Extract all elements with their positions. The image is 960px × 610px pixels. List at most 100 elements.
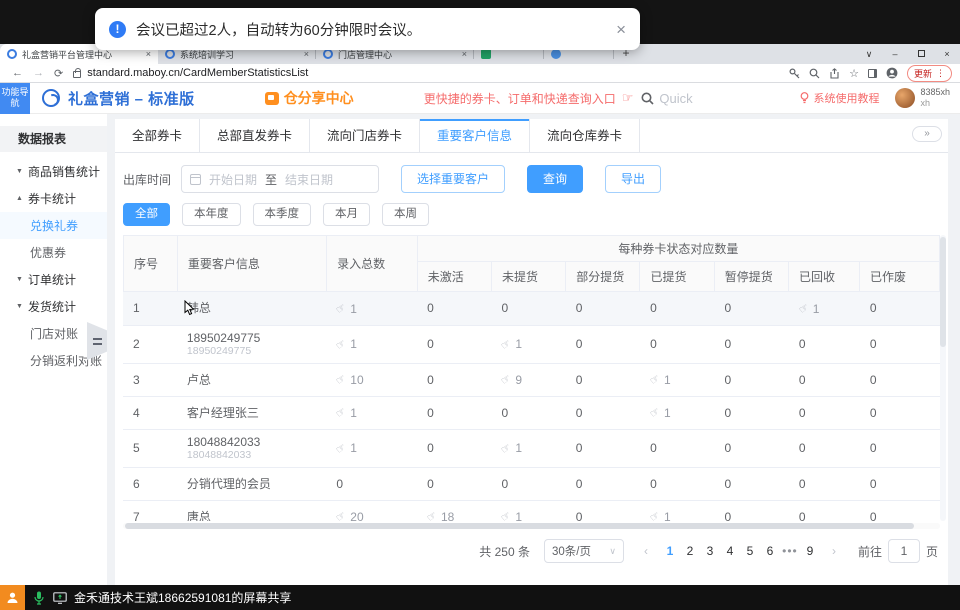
zoom-icon[interactable] [809, 68, 820, 79]
count-value: 1 [350, 302, 357, 316]
count-link[interactable]: ☞18 [427, 510, 454, 521]
expand-arrow-icon: ▲ [16, 195, 23, 202]
quick-filter-button[interactable]: 全部 [123, 203, 170, 226]
query-button[interactable]: 查询 [527, 165, 583, 193]
more-pages-icon[interactable]: ••• [780, 544, 800, 558]
quick-filter-button[interactable]: 本年度 [182, 203, 241, 226]
page-number[interactable]: 5 [740, 544, 760, 558]
count-value: 0 [427, 337, 434, 351]
table-body-viewport: 1韩总☞100000☞1021895024977518950249775☞10☞… [123, 292, 940, 521]
share-icon[interactable] [829, 68, 840, 79]
window-maximize-icon[interactable] [908, 44, 934, 64]
count-value: 0 [336, 477, 343, 491]
sidebar-item[interactable]: ▼发货统计 [0, 293, 107, 320]
filter-label: 出库时间 [123, 171, 171, 188]
screen-share-icon[interactable] [53, 592, 67, 604]
chrome-menu-icon[interactable]: ⋮ [936, 68, 945, 79]
reload-icon[interactable]: ⟳ [54, 67, 63, 80]
tab-close-icon[interactable]: × [146, 49, 151, 59]
date-range-input[interactable]: 开始日期 至 结束日期 [181, 165, 379, 193]
forward-icon[interactable]: → [33, 67, 44, 80]
page-number[interactable]: 6 [760, 544, 780, 558]
tab-close-icon[interactable]: × [462, 49, 467, 59]
tab-流向门店券卡[interactable]: 流向门店券卡 [310, 119, 420, 152]
page-number[interactable]: 3 [700, 544, 720, 558]
count-link[interactable]: ☞1 [501, 510, 522, 521]
page-number[interactable]: 1 [660, 544, 680, 558]
bookmark-star-icon[interactable]: ☆ [849, 67, 859, 80]
count-cell: ☞1 [789, 292, 860, 325]
notification-close-icon[interactable]: × [616, 21, 626, 38]
count-link[interactable]: ☞1 [799, 302, 820, 316]
tab-重要客户信息[interactable]: 重要客户信息 [420, 119, 530, 152]
page-size-select[interactable]: 30条/页 ∨ [544, 539, 624, 563]
count-value: 0 [501, 301, 508, 315]
page-number[interactable]: 9 [800, 544, 820, 558]
count-link[interactable]: ☞20 [336, 510, 363, 521]
window-minimize-icon[interactable]: – [882, 44, 908, 64]
quick-filter-button[interactable]: 本季度 [253, 203, 312, 226]
sidebar-item[interactable]: 优惠券 [0, 239, 107, 266]
back-icon[interactable]: ← [12, 67, 23, 80]
page-number[interactable]: 4 [720, 544, 740, 558]
prev-page-button[interactable]: ‹ [638, 544, 654, 558]
page-number[interactable]: 2 [680, 544, 700, 558]
key-icon[interactable] [789, 68, 800, 79]
count-link[interactable]: ☞1 [501, 441, 522, 455]
sidebar-item[interactable]: ▼商品销售统计 [0, 158, 107, 185]
share-center-link[interactable]: 仓分享中心 [265, 88, 354, 108]
side-panel-icon[interactable] [868, 69, 877, 78]
sidebar-item[interactable]: 兑换礼券 [0, 212, 107, 239]
tutorial-link[interactable]: 系统使用教程 [800, 90, 879, 106]
microphone-icon[interactable] [34, 591, 44, 605]
count-value: 10 [350, 373, 363, 387]
meeting-user-icon[interactable] [0, 585, 25, 610]
window-close-icon[interactable]: × [934, 44, 960, 64]
count-value: 0 [576, 301, 583, 315]
count-link[interactable]: ☞1 [336, 406, 357, 420]
count-link[interactable]: ☞1 [336, 337, 357, 351]
count-link[interactable]: ☞1 [650, 406, 671, 420]
count-value: 0 [650, 301, 657, 315]
quick-filter-button[interactable]: 本月 [323, 203, 370, 226]
tab-全部券卡[interactable]: 全部券卡 [115, 119, 200, 152]
count-value: 0 [724, 337, 731, 351]
sidebar-item-label: 券卡统计 [28, 190, 76, 207]
address-bar[interactable]: standard.maboy.cn/CardMemberStatisticsLi… [73, 67, 789, 79]
goto-page-input[interactable] [888, 539, 920, 563]
status-col-header: 暂停提货 [714, 262, 788, 292]
count-link[interactable]: ☞1 [650, 510, 671, 521]
select-customer-button[interactable]: 选择重要客户 [401, 165, 505, 193]
sidebar-item[interactable]: ▲ 券卡统计 [0, 185, 107, 212]
count-cell: 0 [640, 429, 714, 467]
count-cell: ☞1 [491, 429, 565, 467]
tab-close-icon[interactable]: × [304, 49, 309, 59]
browser-toolbar: ← → ⟳ standard.maboy.cn/CardMemberStatis… [0, 64, 960, 83]
tab-总部直发券卡[interactable]: 总部直发券卡 [200, 119, 310, 152]
count-link[interactable]: ☞10 [336, 373, 363, 387]
count-link[interactable]: ☞1 [336, 302, 357, 316]
url-text[interactable]: standard.maboy.cn/CardMemberStatisticsLi… [87, 67, 308, 79]
screen-share-bar: 金禾通技术王斌18662591081的屏幕共享 [0, 585, 960, 610]
panel-collapse-button[interactable]: » [912, 126, 942, 142]
tab-流向仓库券卡[interactable]: 流向仓库券卡 [530, 119, 640, 152]
quick-filter-button[interactable]: 本周 [382, 203, 429, 226]
count-link[interactable]: ☞1 [650, 373, 671, 387]
nav-toggle-button[interactable]: 功能导航 [0, 83, 30, 114]
count-link[interactable]: ☞1 [501, 337, 522, 351]
sidebar-item[interactable]: ▼订单统计 [0, 266, 107, 293]
user-menu[interactable]: 8385xh xh [895, 87, 950, 109]
count-link[interactable]: ☞9 [501, 373, 522, 387]
table-row: 4客户经理张三☞1000☞1000 [123, 396, 940, 429]
export-button[interactable]: 导出 [605, 165, 661, 193]
click-hand-icon: ☞ [334, 336, 350, 352]
count-link[interactable]: ☞1 [336, 441, 357, 455]
horizontal-scrollbar[interactable] [123, 523, 940, 529]
vertical-scrollbar[interactable] [940, 235, 946, 521]
quick-search[interactable]: Quick [641, 91, 692, 106]
chrome-update-button[interactable]: 更新 ⋮ [907, 65, 952, 82]
profile-icon[interactable] [886, 67, 898, 79]
count-value: 0 [799, 373, 806, 387]
next-page-button[interactable]: › [826, 544, 842, 558]
window-menu-icon[interactable]: ∨ [856, 44, 882, 64]
